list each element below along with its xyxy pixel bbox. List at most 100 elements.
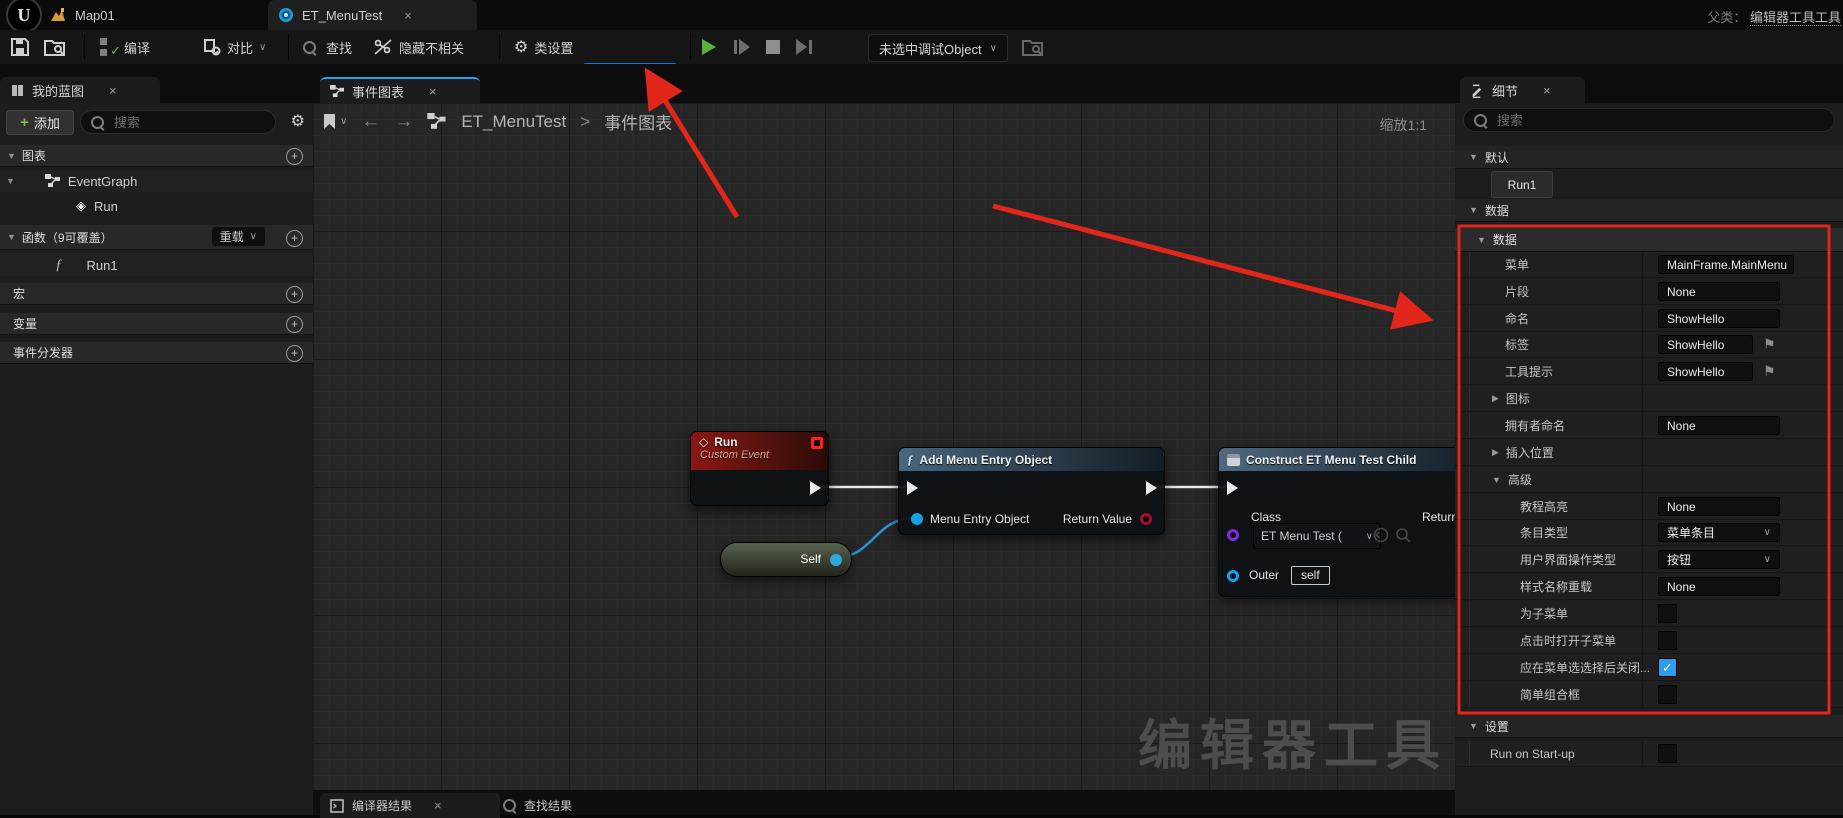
find-button[interactable]: 查找 (303, 30, 352, 64)
find-results-tab[interactable]: 查找结果 (493, 793, 582, 818)
details-tab[interactable]: 细节 × (1460, 77, 1585, 103)
outer-object-pin[interactable] (1227, 570, 1239, 582)
overload-dropdown[interactable]: 重载 ∨ (212, 227, 265, 246)
close-icon[interactable]: × (109, 83, 117, 98)
my-blueprint-tab[interactable]: 我的蓝图 × (0, 77, 160, 103)
section-settings[interactable]: ▼ 设置 (1455, 715, 1843, 738)
frame-skip-button[interactable] (734, 30, 750, 64)
search-input[interactable] (112, 114, 255, 131)
section-variables[interactable]: 变量 + (0, 313, 313, 335)
section-macros[interactable]: 宏 + (0, 283, 313, 305)
add-function-icon[interactable]: + (286, 230, 303, 247)
exec-out-pin[interactable] (810, 481, 821, 495)
close-after-selection-checkbox[interactable]: ✓ (1658, 658, 1677, 677)
node-run-custom-event[interactable]: ◇ Run Custom Event (690, 431, 829, 506)
row-label: 为子菜单 (1520, 605, 1568, 622)
debug-object-dropdown[interactable]: 未选中调试Object ∨ (868, 34, 1008, 62)
stop-button[interactable] (766, 30, 780, 64)
pin-label: Self (800, 552, 821, 566)
return-value-pin[interactable] (1140, 513, 1152, 525)
run1-button[interactable]: Run1 (1491, 171, 1553, 198)
simple-combobox-checkbox[interactable]: ✓ (1658, 685, 1677, 704)
search-input[interactable] (1495, 112, 1779, 129)
gear-icon[interactable]: ⚙ (291, 111, 305, 131)
tooltip-value-box[interactable]: ShowHello (1658, 362, 1753, 381)
node-enabled-state-icon[interactable] (811, 437, 823, 449)
asset-tab-et-menutest[interactable]: ET_MenuTest × (268, 0, 477, 30)
save-button[interactable] (10, 30, 30, 64)
sidebar-item-run-event[interactable]: ◈ Run (0, 196, 313, 216)
name-value-box[interactable]: ShowHello (1658, 309, 1780, 328)
skip-to-end-button[interactable] (796, 30, 812, 64)
detail-row-advanced-header[interactable]: ▼ 高级 (1455, 467, 1843, 493)
close-icon[interactable]: × (434, 798, 442, 813)
graph-canvas[interactable]: ∨ ← → ET_MenuTest > 事件图表 缩放1:1 编辑器工具 ◇ (313, 103, 1455, 790)
unreal-logo-icon[interactable]: U (6, 0, 42, 33)
ui-action-type-dropdown[interactable]: 按钮 ∨ (1658, 550, 1780, 569)
close-icon[interactable]: × (1543, 83, 1551, 98)
add-macro-icon[interactable]: + (286, 286, 303, 303)
detail-row-style-override: 样式名称重载 None (1455, 574, 1843, 600)
close-icon[interactable]: × (404, 8, 412, 23)
exec-in-pin[interactable] (1227, 481, 1238, 495)
class-pin[interactable] (1227, 529, 1239, 541)
exec-in-pin[interactable] (907, 481, 918, 495)
menu-entry-object-pin[interactable] (911, 513, 923, 525)
section-value-box[interactable]: None (1658, 282, 1780, 301)
expand-icon[interactable]: ▶ (1492, 393, 1499, 404)
parent-class-link[interactable]: 编辑器工具工具 (1750, 10, 1841, 26)
expand-icon[interactable]: ▶ (1492, 447, 1499, 458)
diff-button[interactable]: 对比 ∨ (203, 30, 266, 64)
use-selected-icon[interactable] (1373, 527, 1413, 543)
menu-value-box[interactable]: MainFrame.MainMenu (1658, 255, 1794, 274)
compile-icon: ✓ (100, 38, 118, 56)
section-default[interactable]: ▼ 默认 (1455, 146, 1843, 169)
run-on-startup-checkbox[interactable]: ✓ (1658, 744, 1677, 763)
localize-flag-icon[interactable]: ⚑ (1763, 363, 1776, 380)
node-self[interactable]: Self (720, 542, 852, 577)
browse-debug-object-button[interactable] (1022, 30, 1044, 64)
entry-type-dropdown[interactable]: 菜单条目 ∨ (1658, 523, 1780, 542)
label-value-box[interactable]: ShowHello (1658, 335, 1753, 354)
blueprint-search[interactable] (80, 110, 276, 134)
outer-value-input[interactable]: self (1291, 566, 1330, 585)
browse-asset-button[interactable] (44, 30, 66, 64)
sidebar-item-run1-function[interactable]: ƒ Run1 (0, 254, 313, 276)
class-select-dropdown[interactable]: ET Menu Test ( ∨ (1253, 523, 1381, 549)
tutorial-highlight-value-box[interactable]: None (1658, 497, 1780, 516)
add-variable-icon[interactable]: + (286, 316, 303, 333)
is-submenu-checkbox[interactable]: ✓ (1658, 604, 1677, 623)
compiler-results-tab[interactable]: 编译器结果 × (320, 793, 500, 818)
exec-out-pin[interactable] (1146, 481, 1157, 495)
row-label: 高级 (1508, 471, 1532, 488)
owner-name-value-box[interactable]: None (1658, 416, 1780, 435)
subsection-data[interactable]: ▼ 数据 (1455, 228, 1843, 252)
diff-icon (203, 38, 221, 56)
compile-button[interactable]: ✓ 编译 (100, 30, 150, 64)
panel-tab-strip: 事件图表 × (313, 64, 1455, 103)
section-functions[interactable]: ▼ 函数（9可覆盖） 重载 ∨ + (0, 225, 313, 250)
sidebar-item-eventgraph[interactable]: ▼ EventGraph (0, 170, 313, 192)
section-event-dispatchers[interactable]: 事件分发器 + (0, 342, 313, 364)
close-icon[interactable]: × (429, 84, 437, 99)
class-settings-button[interactable]: ⚙ 类设置 (514, 30, 573, 64)
section-graphs[interactable]: ▼ 图表 + (0, 145, 313, 167)
detail-row-simple-combobox: 简单组合框 ✓ (1455, 682, 1843, 708)
add-button[interactable]: + 添加 (6, 110, 74, 135)
add-dispatcher-icon[interactable]: + (286, 345, 303, 362)
asset-tab-map01[interactable]: Map01 (40, 0, 235, 30)
event-graph-tab[interactable]: 事件图表 × (320, 77, 480, 103)
pin-label: Menu Entry Object (930, 512, 1029, 526)
details-search[interactable] (1463, 108, 1835, 132)
self-object-pin[interactable] (830, 554, 842, 566)
chevron-down-icon: ∨ (1764, 527, 1771, 538)
add-graph-icon[interactable]: + (286, 148, 303, 165)
hide-unrelated-button[interactable]: 隐藏不相关 (373, 30, 464, 64)
style-override-value-box[interactable]: None (1658, 577, 1780, 596)
open-submenu-checkbox[interactable]: ✓ (1658, 631, 1677, 650)
play-button[interactable] (702, 30, 716, 64)
localize-flag-icon[interactable]: ⚑ (1763, 336, 1776, 353)
section-data[interactable]: ▼ 数据 (1455, 199, 1843, 222)
node-construct-et-menu-test-child[interactable]: Construct ET Menu Test Child Class Retur… (1218, 447, 1455, 597)
node-add-menu-entry-object[interactable]: ƒ Add Menu Entry Object Menu Entry Objec… (898, 447, 1165, 535)
